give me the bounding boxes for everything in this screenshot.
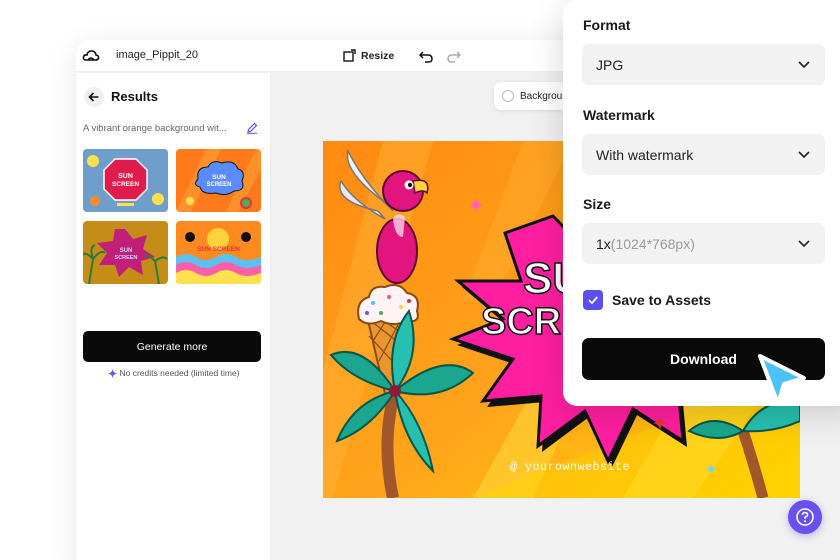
svg-text:SCREEN: SCREEN [115, 255, 138, 261]
result-thumbnail-2[interactable]: SUN SCREEN [176, 149, 261, 212]
svg-text:SUN SCREEN: SUN SCREEN [197, 246, 240, 253]
background-swatch-icon [502, 90, 514, 102]
results-sidebar: Results A vibrant orange background wit.… [76, 73, 271, 560]
chevron-down-icon [798, 151, 810, 159]
svg-text:SCREEN: SCREEN [206, 182, 231, 188]
resize-label: Resize [361, 50, 395, 62]
format-value: JPG [596, 56, 624, 73]
pointer-cursor-icon [758, 354, 806, 406]
result-thumbnail-4[interactable]: SUN SCREEN [176, 221, 261, 284]
help-icon [796, 508, 814, 526]
redo-icon[interactable] [446, 48, 462, 64]
size-select[interactable]: 1x (1024*768px) [582, 223, 825, 264]
chevron-down-icon [798, 61, 810, 69]
watermark-label: Watermark [583, 107, 655, 123]
credits-note: No credits needed (limited time) [76, 368, 271, 378]
save-to-assets-checkbox[interactable] [583, 290, 603, 310]
resize-button[interactable]: Resize [342, 47, 394, 65]
result-thumbnail-3[interactable]: SUN SCREEN [83, 221, 168, 284]
thumbnail-art: SUN SCREEN [176, 149, 261, 212]
save-to-assets-label[interactable]: Save to Assets [612, 292, 711, 308]
svg-text:SUN: SUN [120, 248, 133, 254]
result-thumbnail-1[interactable]: SUN SCREEN [83, 149, 168, 212]
format-label: Format [583, 17, 631, 33]
size-value: 1x [596, 235, 611, 252]
format-select[interactable]: JPG [582, 44, 825, 85]
edit-pencil-icon[interactable] [246, 122, 258, 134]
back-button[interactable] [84, 87, 104, 107]
size-detail: (1024*768px) [610, 235, 695, 252]
help-button[interactable] [788, 500, 822, 534]
thumbnail-art: SUN SCREEN [83, 221, 168, 284]
undo-icon[interactable] [418, 48, 434, 64]
thumbnail-art: SUN SCREEN [83, 149, 168, 212]
prompt-text[interactable]: A vibrant orange background wit... [83, 123, 243, 134]
download-panel: Format JPG Watermark With watermark Size… [563, 0, 840, 406]
checkmark-icon [588, 296, 598, 305]
svg-text:SUN: SUN [118, 173, 133, 180]
sparkle-icon [107, 368, 117, 378]
back-arrow-icon [88, 92, 99, 102]
watermark-select[interactable]: With watermark [582, 134, 825, 175]
file-name[interactable]: image_Pippit_20 [116, 49, 198, 61]
thumbnail-art: SUN SCREEN [176, 221, 261, 284]
size-label: Size [583, 196, 612, 212]
svg-text:SCREEN: SCREEN [112, 181, 139, 188]
cloud-logo-icon[interactable] [82, 47, 100, 65]
poster-website: @ yourownwebsite [510, 461, 630, 474]
generate-more-button[interactable]: Generate more [83, 331, 261, 362]
svg-text:SUN: SUN [212, 174, 226, 181]
chevron-down-icon [798, 240, 810, 248]
screenshot-stage: image_Pippit_20 Resize Results A vibrant… [0, 0, 840, 560]
watermark-value: With watermark [596, 146, 694, 163]
resize-icon [343, 49, 356, 62]
results-title: Results [111, 89, 158, 104]
credits-text: No credits needed (limited time) [119, 368, 240, 378]
